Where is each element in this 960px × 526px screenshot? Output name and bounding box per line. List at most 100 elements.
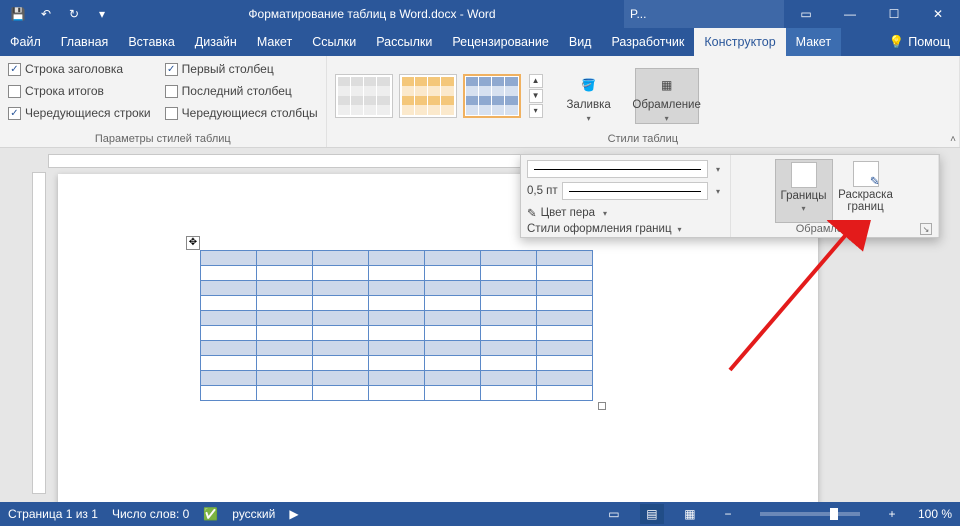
chk-last-col[interactable]: Последний столбец [165, 82, 318, 100]
zoom-slider[interactable] [760, 512, 860, 516]
tab-table-layout[interactable]: Макет [786, 28, 841, 56]
status-proofing-icon[interactable]: ✅ [203, 507, 218, 521]
chk-first-col[interactable]: ✓Первый столбец [165, 60, 318, 78]
borders-icon: ▦ [653, 73, 681, 97]
table-style-gallery[interactable]: ▲ ▼ ▾ [335, 74, 543, 118]
table-row[interactable] [201, 386, 593, 401]
tell-me[interactable]: 💡 Помощ [889, 28, 960, 56]
group-caption-table-styles: Стили таблиц [335, 131, 951, 145]
group-table-styles: ▲ ▼ ▾ 🪣 Заливка ▾ ▦ Обрамление ▾ Стили т… [327, 56, 960, 147]
table-row[interactable] [201, 326, 593, 341]
pen-color-button[interactable]: ✎Цвет пера▾ [527, 203, 724, 223]
zoom-out-icon[interactable]: − [716, 504, 740, 524]
chevron-down-icon: ▾ [665, 114, 669, 123]
tab-review[interactable]: Рецензирование [442, 28, 559, 56]
ribbon-display-icon[interactable]: ▭ [784, 0, 828, 28]
table-row[interactable] [201, 266, 593, 281]
table-move-handle-icon[interactable]: ✥ [186, 236, 200, 250]
tab-layout[interactable]: Макет [247, 28, 302, 56]
chevron-down-icon: ▾ [798, 204, 810, 213]
pen-weight-dropdown-icon[interactable]: ▾ [712, 187, 724, 196]
borders-menu-label: Границы [781, 190, 827, 202]
tab-file[interactable]: Файл [0, 28, 51, 56]
chk-banded-cols[interactable]: Чередующиеся столбцы [165, 104, 318, 122]
tab-mailings[interactable]: Рассылки [366, 28, 442, 56]
zoom-value[interactable]: 100 % [918, 507, 952, 521]
status-words[interactable]: Число слов: 0 [112, 507, 189, 521]
table-row[interactable] [201, 251, 593, 266]
chk-first-col-label: Первый столбец [182, 62, 274, 76]
table-style-3[interactable] [463, 74, 521, 118]
tab-developer[interactable]: Разработчик [601, 28, 694, 56]
document-table[interactable] [200, 250, 593, 401]
borders-menu-button[interactable]: Границы ▾ [775, 159, 833, 223]
close-icon[interactable]: ✕ [916, 0, 960, 28]
shading-label: Заливка [566, 99, 610, 112]
table-style-2[interactable] [399, 74, 457, 118]
tell-me-label: Помощ [908, 35, 950, 49]
table-row[interactable] [201, 371, 593, 386]
mini-group-caption: Обрамление [737, 223, 920, 235]
chk-total-row[interactable]: Строка итогов [8, 82, 151, 100]
border-painter-label: Раскраска границ [837, 189, 895, 213]
borders-grid-icon [791, 162, 817, 188]
shading-button[interactable]: 🪣 Заливка ▾ [557, 69, 621, 123]
pen-weight-label: 0,5 пт [527, 185, 558, 197]
collapse-ribbon-icon[interactable]: ˄ [950, 134, 956, 145]
view-read-icon[interactable]: ▭ [602, 504, 626, 524]
bulb-icon: 💡 [889, 35, 905, 50]
view-web-icon[interactable]: ▦ [678, 504, 702, 524]
gallery-down-icon[interactable]: ▼ [529, 89, 543, 103]
maximize-icon[interactable]: ☐ [872, 0, 916, 28]
ribbon: ✓Строка заголовка Строка итогов ✓Чередую… [0, 56, 960, 148]
view-print-icon[interactable]: ▤ [640, 504, 664, 524]
ruler-vertical[interactable] [32, 172, 46, 494]
line-style-dropdown-icon[interactable]: ▾ [712, 165, 724, 174]
tab-table-design[interactable]: Конструктор [694, 28, 785, 56]
tab-references[interactable]: Ссылки [302, 28, 366, 56]
status-bar: Страница 1 из 1 Число слов: 0 ✅ русский … [0, 502, 960, 526]
border-styles-button[interactable]: Стили оформления границ ▾ [527, 223, 686, 235]
table-row[interactable] [201, 341, 593, 356]
chevron-down-icon: ▾ [587, 114, 591, 123]
ribbon-tabs: Файл Главная Вставка Дизайн Макет Ссылки… [0, 28, 960, 56]
table-row[interactable] [201, 296, 593, 311]
zoom-in-icon[interactable]: + [880, 504, 904, 524]
chk-banded-rows-label: Чередующиеся строки [25, 106, 151, 120]
table-row[interactable] [201, 356, 593, 371]
tab-insert[interactable]: Вставка [118, 28, 184, 56]
chk-banded-rows[interactable]: ✓Чередующиеся строки [8, 104, 151, 122]
undo-icon[interactable]: ↶ [34, 2, 58, 26]
chk-last-col-label: Последний столбец [182, 84, 292, 98]
window-title: Форматирование таблиц в Word.docx - Word [120, 7, 624, 21]
dialog-launcher-icon[interactable]: ↘ [920, 223, 932, 235]
signin-label: P... [630, 7, 646, 21]
borders-split-button[interactable]: ▦ Обрамление ▾ [635, 68, 699, 124]
signin-area[interactable]: P... [624, 0, 784, 28]
chk-header-row-label: Строка заголовка [25, 62, 123, 76]
status-macro-icon[interactable]: ▶ [289, 507, 298, 521]
tab-design[interactable]: Дизайн [185, 28, 247, 56]
redo-icon[interactable]: ↻ [62, 2, 86, 26]
save-icon[interactable]: 💾 [6, 2, 30, 26]
border-painter-button[interactable]: ✎ Раскраска границ [837, 159, 895, 223]
table-style-1[interactable] [335, 74, 393, 118]
chk-header-row[interactable]: ✓Строка заголовка [8, 60, 151, 78]
quick-access-toolbar: 💾 ↶ ↻ ▾ [0, 2, 120, 26]
qat-customize-icon[interactable]: ▾ [90, 2, 114, 26]
border-styles-label: Стили оформления границ [527, 223, 672, 235]
minimize-icon[interactable]: — [828, 0, 872, 28]
pen-color-dropdown-icon: ▾ [599, 209, 611, 218]
line-style-combo[interactable] [527, 160, 708, 178]
window-controls: ▭ — ☐ ✕ [784, 0, 960, 28]
tab-view[interactable]: Вид [559, 28, 602, 56]
tab-home[interactable]: Главная [51, 28, 119, 56]
table-row[interactable] [201, 281, 593, 296]
table-resize-handle-icon[interactable] [598, 402, 606, 410]
gallery-more-icon[interactable]: ▾ [529, 104, 543, 118]
table-row[interactable] [201, 311, 593, 326]
pen-weight-combo[interactable] [562, 182, 708, 200]
status-page[interactable]: Страница 1 из 1 [8, 507, 98, 521]
gallery-up-icon[interactable]: ▲ [529, 74, 543, 88]
status-language[interactable]: русский [232, 507, 275, 521]
